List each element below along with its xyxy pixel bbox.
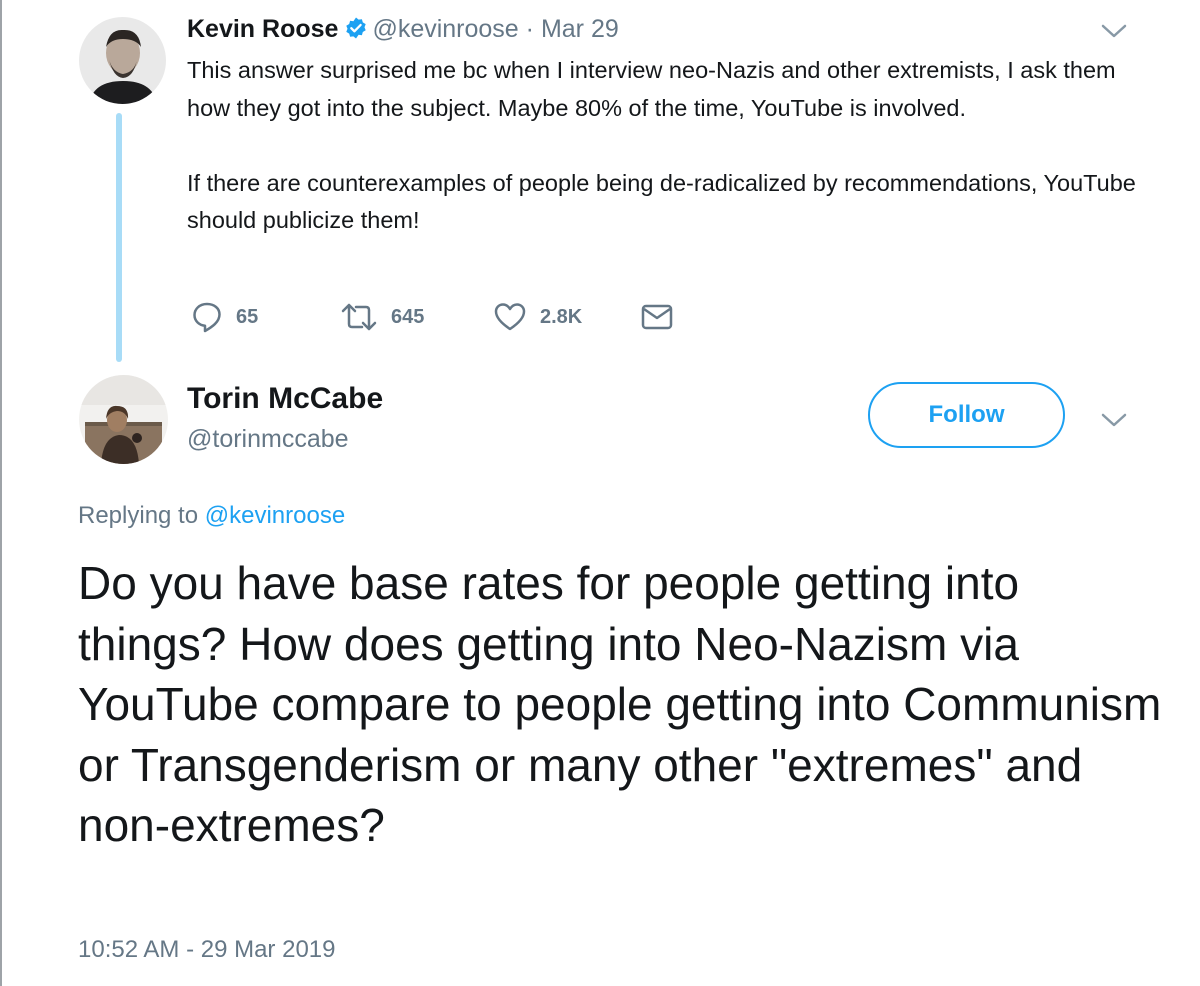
reply-count: 65	[236, 305, 259, 328]
replying-to-line: Replying to @kevinroose	[78, 500, 345, 532]
follow-button[interactable]: Follow	[868, 382, 1065, 448]
like-icon	[494, 303, 526, 331]
replying-prefix: Replying to	[78, 502, 199, 529]
parent-tweet-paragraph: If there are counterexamples of people b…	[187, 169, 1136, 234]
reply-icon	[193, 302, 221, 333]
reply-tweet-text: Do you have base rates for people gettin…	[78, 557, 1162, 851]
chevron-down-icon[interactable]	[1099, 410, 1129, 430]
parent-author-name[interactable]: Kevin Roose	[187, 15, 338, 43]
retweet-action[interactable]: 645	[341, 300, 424, 334]
parent-author-handle[interactable]: @kevinroose	[372, 15, 518, 43]
window-edge	[0, 0, 2, 986]
reply-author-avatar[interactable]	[79, 375, 168, 464]
chevron-down-icon[interactable]	[1099, 21, 1129, 41]
parent-tweet-header: Kevin Roose @kevinroose · Mar 29	[187, 12, 619, 49]
direct-message-action[interactable]	[641, 300, 673, 334]
parent-tweet-paragraph: This answer surprised me bc when I inter…	[187, 57, 1116, 121]
thread-connector-line	[116, 113, 122, 362]
direct-message-icon	[641, 304, 673, 330]
like-action[interactable]: 2.8K	[494, 300, 582, 334]
reply-author-name[interactable]: Torin McCabe	[187, 379, 383, 419]
retweet-icon	[341, 303, 377, 331]
retweet-count: 645	[391, 305, 425, 328]
reply-author-handle[interactable]: @torinmccabe	[187, 423, 349, 455]
reply-action[interactable]: 65	[192, 300, 258, 334]
parent-tweet-date[interactable]: · Mar 29	[526, 15, 619, 43]
parent-tweet-text: This answer surprised me bc when I inter…	[187, 52, 1147, 240]
reply-timestamp[interactable]: 10:52 AM - 29 Mar 2019	[78, 934, 335, 966]
verified-badge-icon	[344, 15, 368, 49]
replying-to-mention-link[interactable]: @kevinroose	[205, 502, 345, 529]
like-count: 2.8K	[540, 305, 583, 328]
parent-author-avatar[interactable]	[79, 17, 166, 104]
